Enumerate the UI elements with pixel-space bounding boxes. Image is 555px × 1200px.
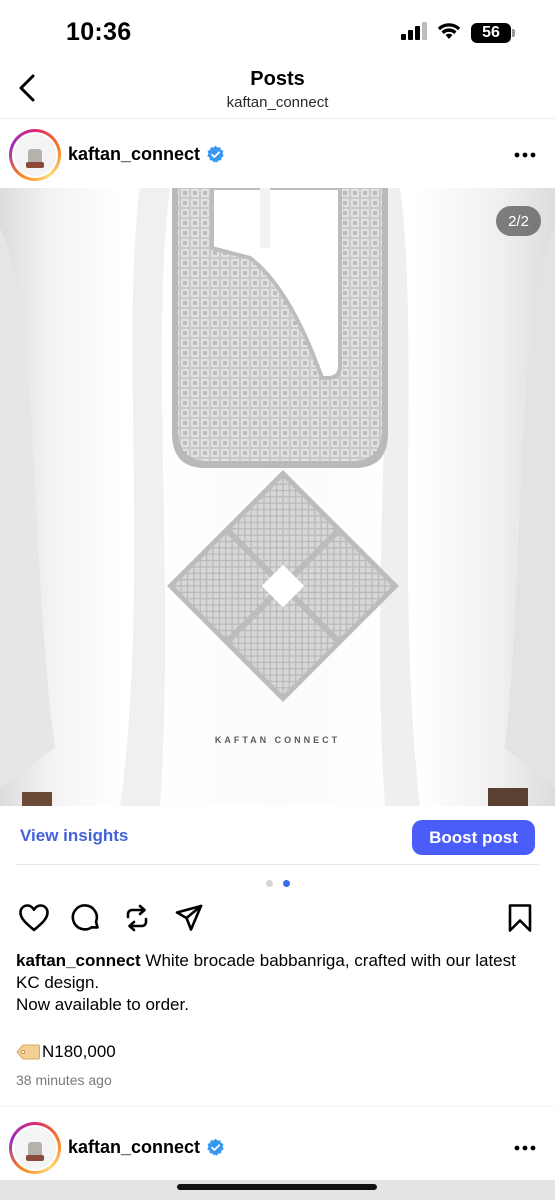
insights-row: View insights Boost post <box>0 806 555 866</box>
caption-line-2: Now available to order. <box>16 995 189 1014</box>
repost-button[interactable] <box>121 904 153 936</box>
verified-badge-icon <box>206 1138 225 1157</box>
page-title: Posts <box>250 68 305 90</box>
page-subtitle: kaftan_connect <box>226 94 329 111</box>
save-button[interactable] <box>504 903 536 938</box>
like-button[interactable] <box>18 903 50 938</box>
status-bar: 10:36 56 <box>0 0 555 64</box>
comment-button[interactable] <box>70 903 102 938</box>
post-header: kaftan_connect <box>0 122 555 182</box>
brand-watermark: KAFTAN CONNECT <box>214 735 341 745</box>
feed-divider <box>0 1106 555 1107</box>
home-indicator[interactable] <box>177 1184 377 1190</box>
carousel-indicator <box>0 880 555 887</box>
avatar-image <box>14 134 56 176</box>
carousel-dot-active <box>282 880 290 887</box>
more-options-button[interactable] <box>513 144 537 164</box>
heart-icon <box>18 903 50 938</box>
next-post-header: kaftan_connect <box>0 1115 555 1175</box>
post-username-row[interactable]: kaftan_connect <box>68 144 225 165</box>
caption-username[interactable]: kaftan_connect <box>16 951 141 970</box>
post-username[interactable]: kaftan_connect <box>68 1137 200 1158</box>
post-action-bar <box>0 900 555 940</box>
more-horizontal-icon <box>514 145 536 163</box>
verified-badge-icon <box>206 145 225 164</box>
post-timestamp: 38 minutes ago <box>16 1072 112 1088</box>
insights-divider <box>16 864 539 865</box>
battery-icon: 56 <box>471 23 515 43</box>
price-row: N180,000 <box>16 1042 116 1062</box>
boost-post-button[interactable]: Boost post <box>412 820 535 855</box>
avatar-image <box>14 1127 56 1169</box>
status-time: 10:36 <box>66 18 132 46</box>
bookmark-icon <box>507 903 533 938</box>
share-button[interactable] <box>173 904 205 936</box>
post-username-row[interactable]: kaftan_connect <box>68 1137 225 1158</box>
comment-icon <box>71 903 101 938</box>
post-image[interactable]: 2/2 KAFTAN CONNECT <box>0 188 555 806</box>
more-horizontal-icon <box>514 1138 536 1156</box>
post-caption: kaftan_connect White brocade babbanriga,… <box>16 950 536 994</box>
price-text: N180,000 <box>42 1042 116 1061</box>
send-icon <box>174 903 204 938</box>
cellular-signal-icon <box>401 21 427 45</box>
garment-illustration <box>0 188 555 806</box>
next-post-image[interactable] <box>0 1180 555 1200</box>
view-insights-link[interactable]: View insights <box>20 826 128 846</box>
post-username[interactable]: kaftan_connect <box>68 144 200 165</box>
avatar[interactable] <box>9 1122 61 1174</box>
wifi-icon <box>437 22 461 45</box>
carousel-dot <box>265 880 273 887</box>
header-divider <box>0 118 555 119</box>
more-options-button[interactable] <box>513 1137 537 1157</box>
status-icons: 56 <box>401 20 515 46</box>
label-tag-icon <box>16 1044 40 1060</box>
page-header: Posts kaftan_connect <box>0 64 555 120</box>
image-counter: 2/2 <box>496 206 541 236</box>
avatar[interactable] <box>9 129 61 181</box>
repost-icon <box>122 903 152 938</box>
